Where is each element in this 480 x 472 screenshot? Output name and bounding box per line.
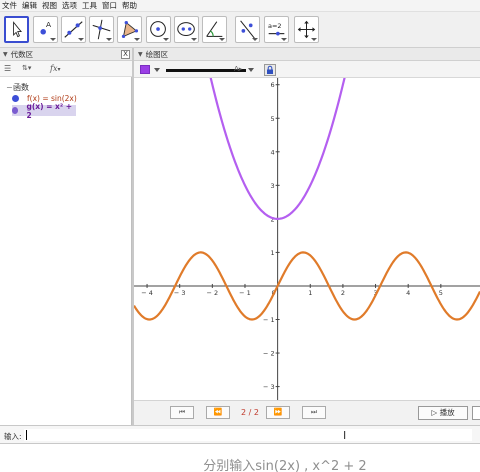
tool-point-dropdown-icon[interactable] <box>50 38 56 41</box>
algebra-view: −函数 f(x) = sin(2x) g(x) = x² + 2 <box>0 77 132 425</box>
text-caret <box>26 430 27 440</box>
x-tick-label: − 3 <box>174 289 186 297</box>
tool-ellipse[interactable] <box>174 16 199 43</box>
svg-text:A: A <box>46 20 51 29</box>
algebra-group-functions[interactable]: −函数 <box>6 82 29 93</box>
tool-reflect[interactable] <box>235 16 260 43</box>
menu-window[interactable]: 窗口 <box>102 0 117 11</box>
tool-move-graphics[interactable] <box>294 16 319 43</box>
x-tick-label: 4 <box>406 289 410 297</box>
algebra-view-header: ▼ 代数区 X <box>0 48 132 61</box>
first-step-button[interactable]: ⏮ <box>170 406 194 419</box>
command-input[interactable] <box>24 429 472 441</box>
tool-move-graphics-dropdown-icon[interactable] <box>311 38 317 41</box>
collapse-triangle-icon[interactable]: ▼ <box>138 51 143 58</box>
last-step-button[interactable]: ⏭ <box>302 406 326 419</box>
tool-perpendicular-dropdown-icon[interactable] <box>106 38 112 41</box>
input-label: 输入: <box>4 432 22 441</box>
toggle-auxiliary-icon[interactable]: ☰ <box>4 64 11 73</box>
algebra-item-g-label: g(x) = x² + 2 <box>26 101 73 120</box>
y-tick-label: − 1 <box>263 316 275 324</box>
move-arrow-icon <box>13 21 23 38</box>
y-tick-label: 4 <box>270 148 274 156</box>
input-bar: 输入: I <box>0 425 480 444</box>
graphics-view-title: 绘图区 <box>145 49 169 59</box>
tool-line-dropdown-icon[interactable] <box>78 38 84 41</box>
tool-circle-dropdown-icon[interactable] <box>163 38 169 41</box>
graphics-view[interactable]: − 4− 3− 2− 1 1 2 3 4 5 0− 3− 2− 1123456 <box>134 78 480 400</box>
collapse-group-icon[interactable]: − <box>6 83 13 92</box>
y-tick-label: 5 <box>270 115 274 123</box>
x-tick-label: − 2 <box>207 289 219 297</box>
sort-dropdown-icon[interactable]: ⇅▾ <box>22 64 31 72</box>
close-algebra-view-button[interactable]: X <box>121 50 130 59</box>
algebra-view-toolbar: ☰ ⇅▾ fx▾ <box>0 61 132 77</box>
collapse-triangle-icon[interactable]: ▼ <box>3 51 8 58</box>
label-style-dropdown-icon[interactable] <box>248 68 254 72</box>
tool-angle-dropdown-icon[interactable] <box>219 38 225 41</box>
menu-options[interactable]: 选项 <box>62 0 77 11</box>
y-tick-label: − 3 <box>263 383 275 391</box>
toolbar: A a=2 <box>0 12 480 48</box>
menu-tools[interactable]: 工具 <box>82 0 97 11</box>
y-tick-label: 1 <box>270 249 274 257</box>
tool-polygon[interactable] <box>117 16 142 43</box>
playback-bar: ⏮ ⏪ 2 / 2 ⏩ ⏭ ▷ 播放 <box>134 400 480 425</box>
visibility-toggle-g-icon[interactable] <box>12 107 19 114</box>
algebra-item-g[interactable]: g(x) = x² + 2 <box>12 102 76 120</box>
x-tick-label: − 4 <box>141 289 153 297</box>
algebra-group-label: 函数 <box>13 83 29 92</box>
object-color-button[interactable] <box>140 65 150 74</box>
menu-file[interactable]: 文件 <box>2 0 17 11</box>
y-tick-label: − 2 <box>263 350 275 358</box>
play-button[interactable]: ▷ 播放 <box>418 406 468 420</box>
x-tick-label: 1 <box>308 289 312 297</box>
label-style-button[interactable]: A▸ <box>234 65 242 73</box>
lock-icon[interactable] <box>264 64 276 76</box>
x-tick-label: − 1 <box>239 289 251 297</box>
previous-step-button[interactable]: ⏪ <box>206 406 230 419</box>
step-counter: 2 / 2 <box>241 408 259 417</box>
next-step-button[interactable]: ⏩ <box>266 406 290 419</box>
menu-view[interactable]: 视图 <box>42 0 57 11</box>
visibility-toggle-f-icon[interactable] <box>12 95 19 102</box>
tool-polygon-dropdown-icon[interactable] <box>134 38 140 41</box>
ibeam-cursor-icon: I <box>343 429 347 442</box>
tool-move[interactable] <box>4 16 29 43</box>
function-plot[interactable]: − 4− 3− 2− 1 1 2 3 4 50− 3− 2− 1123456 <box>134 78 480 400</box>
tool-perpendicular[interactable] <box>89 16 114 43</box>
menu-help[interactable]: 帮助 <box>122 0 137 11</box>
graphics-style-bar: A▸ <box>134 61 480 78</box>
fx-dropdown-icon: ▾ <box>57 66 61 73</box>
tool-reflect-dropdown-icon[interactable] <box>252 38 258 41</box>
tool-slider[interactable]: a=2 <box>264 16 289 43</box>
tool-point[interactable]: A <box>33 16 58 43</box>
graphics-view-header: ▼ 绘图区 <box>134 48 480 61</box>
tool-circle[interactable] <box>146 16 171 43</box>
tool-slider-dropdown-icon[interactable] <box>281 38 287 41</box>
menu-edit[interactable]: 编辑 <box>22 0 37 11</box>
play-options-button[interactable] <box>472 406 480 420</box>
color-dropdown-icon[interactable] <box>154 68 160 72</box>
algebra-view-title: 代数区 <box>10 49 34 59</box>
y-tick-label: 3 <box>270 182 274 190</box>
x-tick-label: 5 <box>439 289 443 297</box>
slider-tool-label: a=2 <box>268 22 282 30</box>
tool-ellipse-dropdown-icon[interactable] <box>191 38 197 41</box>
input-function-button[interactable]: fx▾ <box>50 64 61 73</box>
y-tick-label: 6 <box>270 81 274 89</box>
tool-angle[interactable] <box>202 16 227 43</box>
caption: 分别输入sin(2x) , x^2 + 2 <box>0 444 480 472</box>
tool-line[interactable] <box>61 16 86 43</box>
menu-bar: 文件 编辑 视图 选项 工具 窗口 帮助 <box>0 0 480 12</box>
x-tick-label: 2 <box>341 289 345 297</box>
